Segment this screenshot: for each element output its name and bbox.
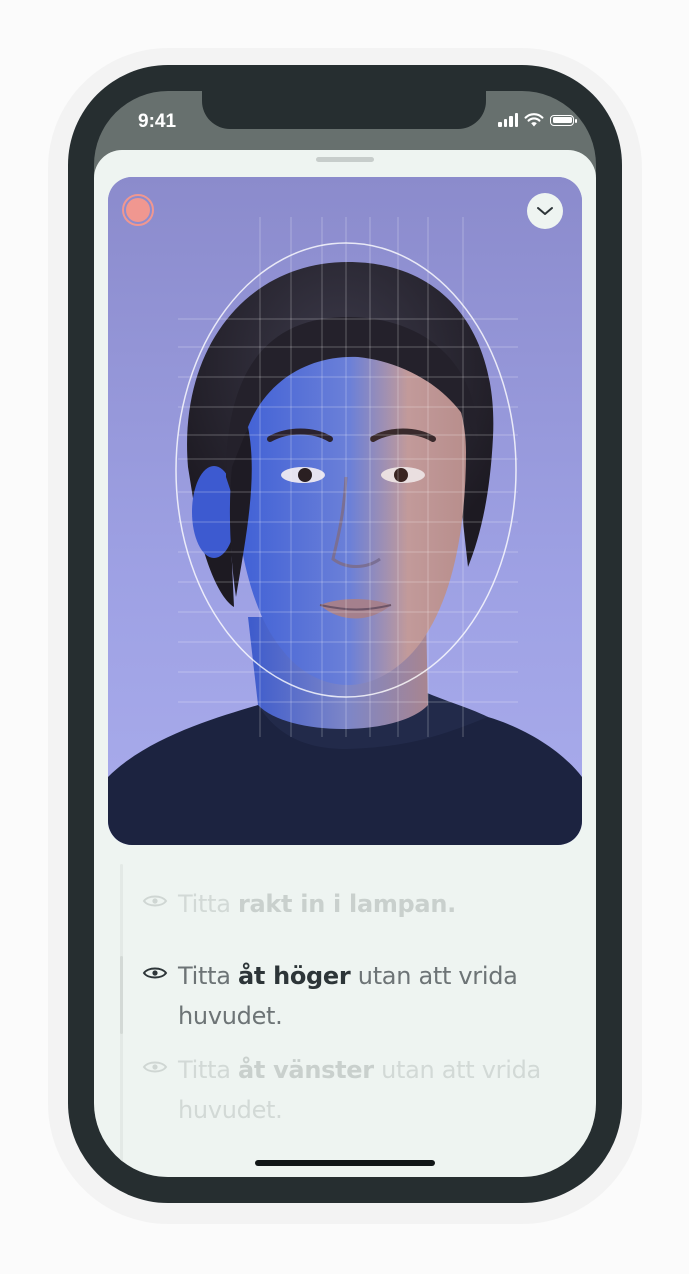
notch xyxy=(202,91,486,129)
instruction-text: Titta rakt in i lampan. xyxy=(178,890,456,918)
instruction-list: Titta rakt in i lampan. Titta åt höger u… xyxy=(120,864,580,1174)
record-icon xyxy=(126,198,150,222)
sheet-grabber[interactable] xyxy=(316,157,374,162)
record-button[interactable] xyxy=(122,194,154,226)
instruction-text: Titta åt vänster utan att vrida huvudet. xyxy=(178,1056,541,1124)
progress-indicator xyxy=(120,956,123,1034)
home-indicator[interactable] xyxy=(255,1160,435,1166)
face-scan-sheet: Titta rakt in i lampan. Titta åt höger u… xyxy=(94,150,596,1177)
status-time: 9:41 xyxy=(138,111,177,132)
instruction-step: Titta åt vänster utan att vrida huvudet. xyxy=(142,1050,562,1130)
collapse-button[interactable] xyxy=(527,193,563,229)
portrait-image xyxy=(108,177,582,845)
chevron-down-icon xyxy=(537,207,553,215)
wifi-icon xyxy=(524,113,544,127)
status-icons xyxy=(498,113,577,127)
cellular-signal-icon xyxy=(498,113,518,127)
device-screen: 9:41 Titta rakt in i lampan. Titta åt hö… xyxy=(94,91,596,1177)
camera-view xyxy=(108,177,582,845)
eye-icon xyxy=(142,1061,168,1073)
battery-icon xyxy=(550,114,577,126)
eye-icon xyxy=(142,895,168,907)
instruction-step: Titta rakt in i lampan. xyxy=(142,884,562,924)
eye-icon xyxy=(142,967,168,979)
instruction-text: Titta åt höger utan att vrida huvudet. xyxy=(178,962,518,1030)
instruction-step-active: Titta åt höger utan att vrida huvudet. xyxy=(142,956,562,1036)
